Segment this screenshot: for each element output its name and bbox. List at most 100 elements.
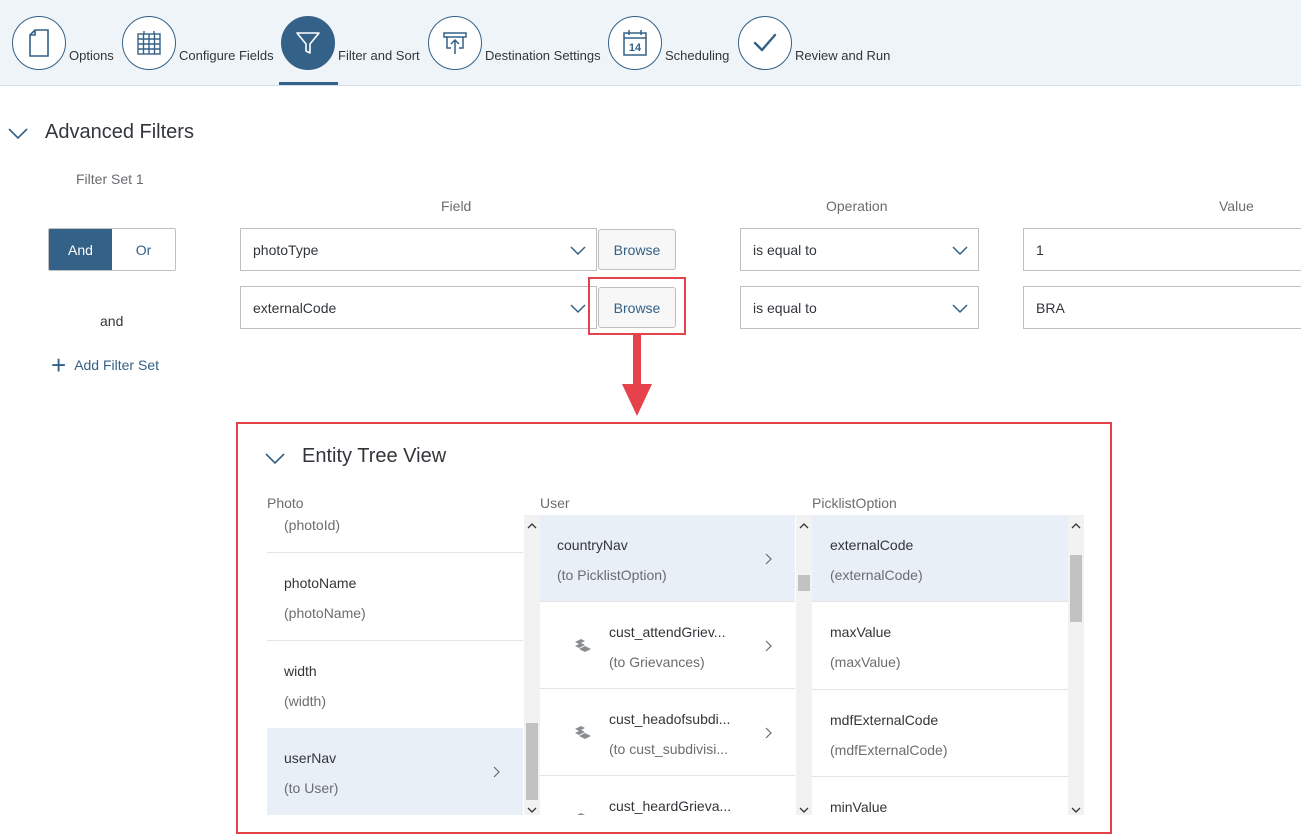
list-item[interactable]: userNav (to User) [267,728,523,815]
field-select[interactable]: photoType [240,228,597,271]
section-title: Advanced Filters [45,121,194,143]
list-item[interactable]: countryNav (to PicklistOption) [540,515,795,602]
scroll-down-icon[interactable] [799,802,809,813]
scrollbar[interactable] [796,515,812,815]
scroll-down-icon[interactable] [1071,802,1081,813]
scrollbar-thumb[interactable] [798,575,810,591]
and-toggle-button[interactable]: And [49,229,112,270]
list-item[interactable]: maxValue (maxValue) [812,602,1068,690]
item-sub: (maxValue) [830,654,901,670]
list-item[interactable]: cust_headofsubdi... (to cust_subdivisi..… [540,689,795,776]
value-input[interactable]: 1 [1023,228,1301,271]
item-label: width [284,663,317,679]
list-item[interactable]: (photoId) [267,515,523,553]
operation-value: is equal to [753,241,817,258]
step-filter-and-sort[interactable]: Filter and Sort [281,16,420,70]
add-filter-set-button[interactable]: + Add Filter Set [51,350,160,380]
item-label: cust_attendGriev... [609,624,726,640]
collapse-chevron-icon[interactable] [8,127,28,145]
add-filter-set-label: Add Filter Set [74,357,160,373]
value-input[interactable]: BRA [1023,286,1301,329]
collapse-chevron-icon[interactable] [265,452,285,470]
item-label: cust_heardGrieva... [609,798,732,814]
chevron-down-icon[interactable] [570,243,586,259]
connector-label: and [100,313,124,329]
item-label: minValue [830,799,888,815]
calendar-day: 14 [629,42,642,54]
document-icon [12,16,66,70]
item-label: cust_headofsubdi... [609,711,731,727]
field-value: photoType [253,241,319,258]
chevron-down-icon[interactable] [570,301,586,317]
list-item[interactable]: cust_heardGrieva... [540,776,795,815]
step-label: Destination Settings [485,48,601,63]
field-select[interactable]: externalCode [240,286,597,329]
step-review-and-run[interactable]: Review and Run [738,16,890,70]
or-toggle-button[interactable]: Or [112,229,175,270]
scroll-up-icon[interactable] [1071,518,1081,529]
wizard-bar: Options Configure Fields Filter and Sort [0,0,1301,86]
list-item[interactable]: minValue [812,777,1068,815]
step-label: Scheduling [665,48,730,63]
entity-icon [574,812,592,815]
highlight-box [588,277,686,335]
scrollbar[interactable] [1068,515,1084,815]
chevron-right-icon [765,726,773,744]
list-item[interactable]: photoName (photoName) [267,553,523,641]
item-label: mdfExternalCode [830,712,939,728]
annotation-arrow-icon [622,334,652,416]
table-grid-icon [122,16,176,70]
step-scheduling[interactable]: 14 Scheduling [608,16,729,70]
operation-select[interactable]: is equal to [740,286,979,329]
filter-set-label: Filter Set 1 [76,171,144,187]
list-item[interactable]: externalCode (externalCode) [812,515,1068,602]
browse-button[interactable]: Browse [598,229,676,270]
item-sub: (width) [284,693,327,709]
operation-value: is equal to [753,299,817,316]
chevron-down-icon[interactable] [952,301,968,317]
item-sub: (to Grievances) [609,654,705,670]
chevron-right-icon [493,765,501,783]
item-sub: (to PicklistOption) [557,567,667,583]
operation-select[interactable]: is equal to [740,228,979,271]
tree-column-header: Photo [267,495,304,511]
item-sub: (externalCode) [830,567,923,583]
list-item[interactable]: mdfExternalCode (mdfExternalCode) [812,690,1068,777]
item-label: externalCode [830,537,914,553]
filter-icon [281,16,335,70]
item-sub: (mdfExternalCode) [830,742,948,758]
list-item[interactable]: cust_attendGriev... (to Grievances) [540,602,795,689]
field-value: externalCode [253,299,337,316]
column-header-field: Field [441,198,472,214]
entity-tree-title: Entity Tree View [302,445,447,467]
chevron-down-icon[interactable] [952,243,968,259]
item-sub: (photoId) [284,517,341,533]
item-label: maxValue [830,624,892,640]
tree-column-header: PicklistOption [812,495,897,511]
step-label: Filter and Sort [338,48,420,63]
step-label: Configure Fields [179,48,274,63]
tree-list-picklistoption: externalCode (externalCode) maxValue (ma… [812,515,1068,815]
entity-icon [574,725,592,746]
plus-icon: + [51,350,67,380]
chevron-right-icon [765,639,773,657]
scrollbar-thumb[interactable] [526,723,538,800]
entity-icon [574,638,592,659]
scroll-up-icon[interactable] [799,518,809,529]
scroll-down-icon[interactable] [527,802,537,813]
scrollbar[interactable] [524,515,540,815]
item-sub: (to User) [284,780,339,796]
step-destination-settings[interactable]: Destination Settings [428,16,601,70]
scroll-up-icon[interactable] [527,518,537,529]
tree-column-header: User [540,495,570,511]
list-item[interactable]: width (width) [267,641,523,729]
scrollbar-thumb[interactable] [1070,555,1082,622]
chevron-right-icon [765,552,773,570]
column-header-operation: Operation [826,198,888,214]
step-options[interactable]: Options [12,16,114,70]
checkmark-icon [738,16,792,70]
step-configure-fields[interactable]: Configure Fields [122,16,274,70]
item-sub: (photoName) [284,605,366,621]
value-text: 1 [1036,241,1044,258]
active-step-indicator [279,82,338,85]
